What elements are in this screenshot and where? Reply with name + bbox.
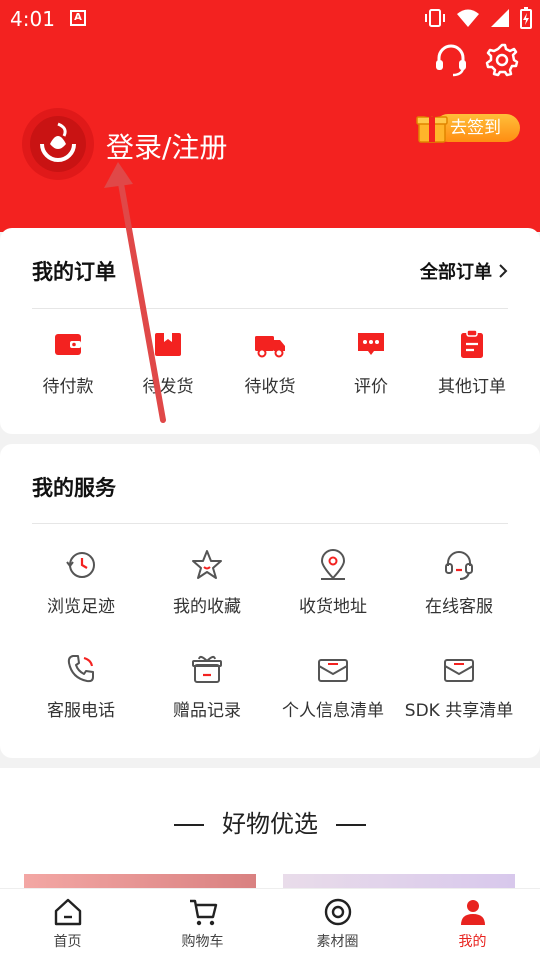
order-pending-shipment[interactable]: 待发货 [118,328,218,397]
title-dash [336,824,366,826]
mail-list-icon [318,659,348,682]
truck-icon [255,336,285,358]
location-icon [320,549,346,580]
service-address[interactable]: 收货地址 [268,548,398,617]
all-orders-link[interactable]: 全部订单 [420,258,508,284]
my-orders-card: 我的订单 全部订单 待付款 待发货 待收货 评价 其他订单 [0,228,540,434]
good-picks-section: 好物优选 [0,768,540,894]
order-item-label: 待发货 [142,377,194,397]
gear-icon[interactable] [484,42,520,78]
gift-icon [192,655,222,683]
brand-logo-icon [30,116,86,172]
wallet-icon [55,334,81,355]
order-item-label: 待收货 [244,377,296,397]
service-label: SDK 共享清单 [404,701,514,721]
avatar[interactable] [22,108,94,180]
service-label: 客服电话 [47,701,115,721]
headset-icon [445,551,473,580]
order-review[interactable]: 评价 [321,328,421,397]
nav-mine[interactable]: 我的 [405,889,540,960]
comment-icon [358,333,384,355]
battery-icon [520,7,532,29]
signal-icon [491,9,509,27]
order-pending-payment[interactable]: 待付款 [18,328,118,397]
phone-icon [67,655,94,683]
mail-list-icon [444,659,474,682]
orders-title: 我的订单 [32,260,116,284]
service-online-support[interactable]: 在线客服 [394,548,524,617]
service-label: 收货地址 [299,597,367,617]
home-icon [54,898,81,926]
profile-header: 4:01 A 登录/注册 去签到 [0,0,540,232]
service-hotline[interactable]: 客服电话 [16,652,146,721]
order-other[interactable]: 其他订单 [422,328,522,397]
service-browse-history[interactable]: 浏览足迹 [16,548,146,617]
good-picks-label: 好物优选 [222,810,318,838]
services-title: 我的服务 [32,476,116,500]
status-bar: 4:01 A [0,0,540,38]
notification-a-icon: A [70,10,86,26]
service-gift-records[interactable]: 赠品记录 [142,652,272,721]
order-item-label: 评价 [354,377,388,397]
divider [32,308,508,309]
star-icon [192,550,222,579]
title-dash [174,824,204,826]
good-picks-title: 好物优选 [0,804,540,839]
service-label: 我的收藏 [173,597,241,617]
nav-cart[interactable]: 购物车 [135,889,270,960]
service-personal-info-list[interactable]: 个人信息清单 [268,652,398,721]
nav-material-circle[interactable]: 素材圈 [270,889,405,960]
checkin-button[interactable]: 去签到 [416,108,520,144]
service-label: 浏览足迹 [47,597,115,617]
nav-label: 素材圈 [316,934,359,950]
nav-home[interactable]: 首页 [0,889,135,960]
login-register-link[interactable]: 登录/注册 [106,126,227,166]
circle-icon [324,898,351,926]
order-pending-receipt[interactable]: 待收货 [220,328,320,397]
service-label: 赠品记录 [173,701,241,721]
bottom-nav: 首页 购物车 素材圈 我的 [0,888,540,960]
clipboard-icon [461,329,483,358]
status-icons [424,7,532,29]
nav-label: 我的 [458,934,487,950]
order-item-label: 待付款 [42,377,94,397]
chevron-right-icon [499,264,508,278]
vibrate-icon [425,9,445,27]
service-sdk-share-list[interactable]: SDK 共享清单 [394,652,524,721]
nav-label: 购物车 [181,934,224,950]
headset-icon[interactable] [433,42,469,78]
divider [32,523,508,524]
status-time: 4:01 [10,7,55,31]
all-orders-label: 全部订单 [420,262,492,283]
gift-box-icon [416,111,448,143]
order-item-label: 其他订单 [438,377,506,397]
package-icon [155,333,181,356]
service-label: 在线客服 [425,597,493,617]
wifi-icon [457,9,479,27]
my-services-card: 我的服务 浏览足迹 我的收藏 收货地址 在线客服 客服电话 赠品记录 个人信息清… [0,444,540,758]
service-label: 个人信息清单 [282,701,384,721]
nav-label: 首页 [53,934,82,950]
history-icon [66,552,95,578]
cart-icon [189,899,217,926]
service-favorites[interactable]: 我的收藏 [142,548,272,617]
user-icon [460,900,485,925]
